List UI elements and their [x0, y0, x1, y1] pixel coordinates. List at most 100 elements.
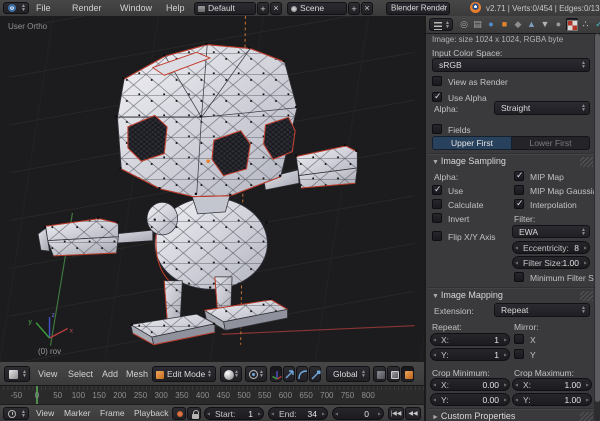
render-tab-icon[interactable]: ◎: [458, 18, 470, 31]
editor-type-button-3dview[interactable]: ▲▼: [4, 366, 30, 382]
screen-layout-selector[interactable]: Default: [194, 2, 256, 15]
frame-value: 0: [364, 409, 369, 419]
alpha-mode-dropdown[interactable]: Straight ▲▼: [494, 101, 590, 115]
interpolation-checkbox[interactable]: [514, 199, 524, 209]
tl-menu-view[interactable]: View: [36, 405, 54, 421]
panel-grip-icon[interactable]: [580, 291, 593, 301]
world-tab-icon[interactable]: ●: [485, 18, 497, 31]
current-frame-field[interactable]: 0: [332, 407, 384, 420]
timeline-ruler[interactable]: -500501001502002503003504004505005506006…: [0, 385, 424, 405]
jump-to-start-button[interactable]: |◀◀: [388, 407, 404, 420]
alpha-use-checkbox[interactable]: [432, 185, 442, 195]
object-data-tab-icon[interactable]: ▼: [539, 18, 551, 31]
end-label: End:: [279, 409, 297, 419]
vp-menu-mesh[interactable]: Mesh: [126, 366, 148, 382]
vp-menu-view[interactable]: View: [38, 366, 57, 382]
mirror-x-checkbox[interactable]: [514, 334, 524, 344]
filter-dropdown[interactable]: EWA ▲▼: [512, 225, 590, 238]
calculate-checkbox[interactable]: [432, 199, 442, 209]
transform-orientation-selector[interactable]: Global ▲▼: [326, 366, 370, 382]
modifiers-tab-icon[interactable]: ▲: [526, 18, 538, 31]
material-tab-icon[interactable]: ●: [553, 18, 565, 31]
lock-button[interactable]: [187, 407, 201, 420]
image-info-text: Image: size 1024 x 1024, RGBA byte: [432, 35, 563, 44]
extension-dropdown[interactable]: Repeat ▲▼: [494, 303, 590, 317]
crop-max-y-slider[interactable]: Y: 1.00: [512, 393, 592, 406]
ruler-tick-label: 50: [53, 391, 62, 400]
panel-grip-icon[interactable]: [580, 412, 593, 421]
mode-selector[interactable]: Edit Mode ▲▼: [152, 366, 216, 382]
particles-tab-icon[interactable]: ∴: [580, 18, 592, 31]
editor-type-button-info[interactable]: i ▲▼: [3, 2, 29, 14]
physics-tab-icon[interactable]: ✓: [593, 18, 600, 31]
fields-checkbox[interactable]: [432, 124, 442, 134]
crop-max-x-slider[interactable]: X: 1.00: [512, 378, 592, 391]
properties-panel: ▲▼ ◎▤●■◆▲▼●∴✓ Image: size 1024 x 1024, R…: [424, 16, 600, 421]
menu-file[interactable]: File: [36, 0, 51, 16]
repeat-label: Repeat:: [432, 322, 462, 332]
object-tab-icon[interactable]: ■: [499, 18, 511, 31]
flip-xy-checkbox[interactable]: [432, 231, 442, 241]
repeat-x-slider[interactable]: X: 1: [430, 333, 510, 346]
close-layout-button[interactable]: ×: [270, 2, 282, 15]
lower-first-toggle[interactable]: Lower First: [512, 136, 590, 150]
mip-map-checkbox[interactable]: [514, 171, 524, 181]
viewport-3d-canvas[interactable]: z x y: [0, 16, 424, 361]
vp-menu-select[interactable]: Select: [68, 366, 93, 382]
editor-type-button-properties[interactable]: ▲▼: [429, 18, 453, 31]
panel-scrollbar-thumb[interactable]: [595, 34, 600, 402]
add-scene-button[interactable]: +: [348, 2, 360, 15]
pivot-point-selector[interactable]: ▲▼: [245, 366, 267, 382]
crop-max-label: Crop Maximum:: [514, 368, 574, 378]
rewind-button[interactable]: ◀◀: [405, 407, 421, 420]
image-mapping-header[interactable]: ▼ Image Mapping: [432, 290, 503, 300]
menu-window[interactable]: Window: [120, 0, 152, 16]
image-sampling-header[interactable]: ▼ Image Sampling: [432, 156, 506, 166]
repeat-y-slider[interactable]: Y: 1: [430, 348, 510, 361]
upper-first-toggle[interactable]: Upper First: [432, 136, 512, 150]
editor-type-button-timeline[interactable]: ▲▼: [3, 407, 29, 420]
dropdown-arrows-icon: ▲▼: [581, 104, 586, 112]
vp-menu-add[interactable]: Add: [102, 366, 118, 382]
view-as-render-checkbox[interactable]: [432, 76, 442, 86]
mirror-y-checkbox[interactable]: [514, 349, 524, 359]
scene-selector[interactable]: Scene: [287, 2, 347, 15]
tl-menu-marker[interactable]: Marker: [64, 405, 90, 421]
vertex-select-button[interactable]: [373, 366, 386, 382]
face-select-button[interactable]: [401, 366, 414, 382]
constraints-tab-icon[interactable]: ◆: [512, 18, 524, 31]
invert-checkbox[interactable]: [432, 213, 442, 223]
tl-menu-frame[interactable]: Frame: [100, 405, 125, 421]
menu-help[interactable]: Help: [166, 0, 185, 16]
add-layout-button[interactable]: +: [257, 2, 269, 15]
eccentricity-label: Eccentricity:: [523, 243, 569, 253]
crop-min-x-slider[interactable]: X: 0.00: [430, 378, 510, 391]
manipulator-rotate-button[interactable]: [283, 366, 295, 382]
manipulator-toggle-button[interactable]: [309, 366, 321, 382]
menu-render[interactable]: Render: [72, 0, 102, 16]
close-scene-button[interactable]: ×: [361, 2, 373, 15]
texture-tab-icon[interactable]: [566, 18, 578, 31]
render-layers-tab-icon[interactable]: ▤: [472, 18, 484, 31]
start-frame-field[interactable]: Start: 1: [204, 407, 264, 420]
end-frame-field[interactable]: End: 34: [268, 407, 328, 420]
viewport-shading-selector[interactable]: ▲▼: [220, 366, 242, 382]
panel-grip-icon[interactable]: [580, 157, 593, 167]
tl-menu-playback[interactable]: Playback: [134, 405, 169, 421]
viewport-editor-icon: [9, 370, 18, 379]
collapse-triangle-icon: ►: [432, 414, 441, 421]
filter-size-slider[interactable]: Filter Size: 1.00: [512, 256, 590, 269]
mip-map-gauss-checkbox[interactable]: [514, 185, 524, 195]
render-engine-selector[interactable]: Blender Render ▲▼: [386, 2, 450, 15]
use-alpha-checkbox[interactable]: [432, 92, 442, 102]
custom-properties-header[interactable]: ► Custom Properties: [432, 411, 515, 421]
min-filter-checkbox[interactable]: [514, 272, 524, 282]
panel-scrollbar-track[interactable]: [594, 33, 600, 421]
eccentricity-slider[interactable]: Eccentricity: 8: [512, 241, 590, 254]
crop-min-y-slider[interactable]: Y: 0.00: [430, 393, 510, 406]
edge-select-button[interactable]: [387, 366, 400, 382]
manipulator-scale-button[interactable]: [296, 366, 308, 382]
record-button[interactable]: [172, 407, 186, 420]
manipulator-translate-button[interactable]: [270, 366, 282, 382]
color-space-dropdown[interactable]: sRGB ▲▼: [432, 58, 590, 72]
